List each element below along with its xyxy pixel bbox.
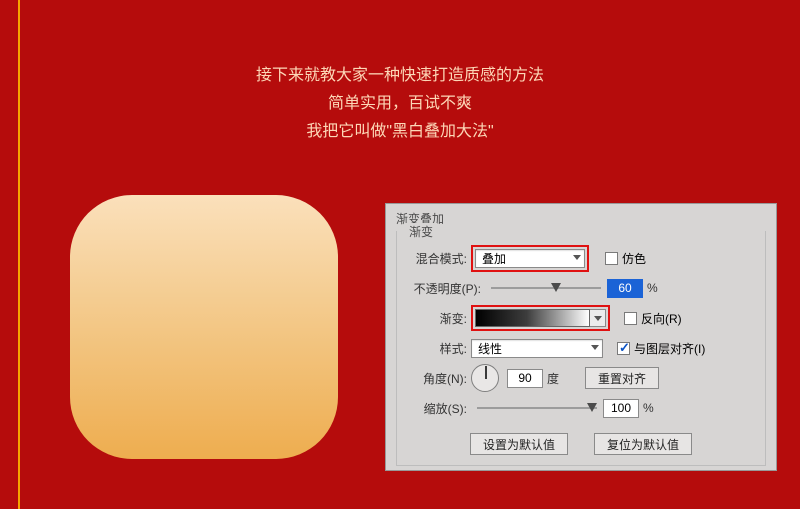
gradient-group: 渐变 混合模式: 叠加 仿色 不透明度(P): % 渐变 [396,231,766,466]
reverse-label: 反向(R) [641,310,682,327]
blend-mode-select[interactable]: 叠加 [475,249,585,268]
intro-text-block: 接下来就教大家一种快速打造质感的方法 简单实用，百试不爽 我把它叫做"黑白叠加大… [0,62,800,146]
dither-checkbox[interactable] [605,252,618,265]
align-layer-checkbox[interactable] [617,342,630,355]
opacity-unit: % [647,281,658,295]
gradient-dropdown-icon[interactable] [590,309,606,327]
dither-label: 仿色 [622,250,646,267]
chevron-down-icon [573,255,581,260]
slider-track [491,287,601,289]
intro-line-3: 我把它叫做"黑白叠加大法" [0,118,800,146]
opacity-slider[interactable] [491,281,601,295]
intro-line-2: 简单实用，百试不爽 [0,90,800,118]
angle-input[interactable] [507,369,543,388]
angle-unit: 度 [547,370,559,387]
blend-mode-value: 叠加 [482,250,506,267]
gradient-highlight [471,305,610,331]
slider-thumb-icon[interactable] [551,283,561,292]
scale-input[interactable] [603,399,639,418]
reset-default-button[interactable]: 复位为默认值 [594,433,692,455]
gradient-picker[interactable] [475,309,606,327]
angle-label: 角度(N): [407,370,471,387]
scale-slider[interactable] [477,401,597,415]
style-label: 样式: [407,340,471,357]
opacity-label: 不透明度(P): [407,280,485,297]
blend-mode-highlight: 叠加 [471,245,589,272]
style-select[interactable]: 线性 [471,339,603,358]
slider-track [477,407,597,409]
reset-align-button[interactable]: 重置对齐 [585,367,659,389]
chevron-down-icon [591,345,599,350]
blend-mode-label: 混合模式: [407,250,471,267]
scale-label: 缩放(S): [407,400,471,417]
group-legend: 渐变 [405,223,437,240]
opacity-input[interactable] [607,279,643,298]
align-layer-label: 与图层对齐(I) [634,340,705,357]
gradient-label: 渐变: [407,310,471,327]
style-value: 线性 [478,340,502,357]
scale-unit: % [643,401,654,415]
gradient-overlay-panel: 渐变叠加 渐变 混合模式: 叠加 仿色 不透明度(P): % [385,203,777,471]
slider-thumb-icon[interactable] [587,403,597,412]
set-default-button[interactable]: 设置为默认值 [470,433,568,455]
gradient-shape-preview [70,195,338,459]
reverse-checkbox[interactable] [624,312,637,325]
gradient-preview-bar[interactable] [475,309,590,327]
panel-title: 渐变叠加 [396,210,766,227]
angle-dial[interactable] [471,364,499,392]
intro-line-1: 接下来就教大家一种快速打造质感的方法 [0,62,800,90]
